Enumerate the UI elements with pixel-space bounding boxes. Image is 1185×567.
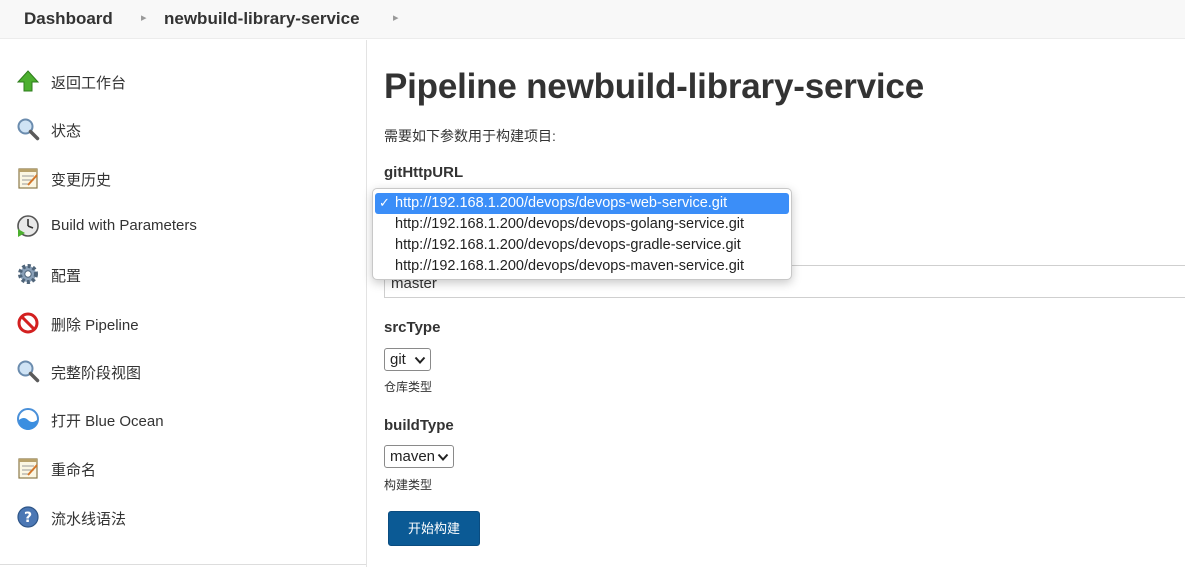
up-arrow-icon bbox=[16, 70, 40, 92]
option-label: http://192.168.1.200/devops/devops-maven… bbox=[395, 258, 745, 274]
chevron-down-icon bbox=[437, 453, 449, 461]
sidebar-item-changes[interactable]: 变更历史 bbox=[0, 158, 366, 198]
sidebar-item-label: 变更历史 bbox=[51, 172, 112, 189]
breadcrumb-chevron-icon[interactable]: ▸ bbox=[393, 11, 399, 24]
blue-ocean-icon bbox=[17, 408, 39, 430]
sidebar-item-pipeline-syntax[interactable]: ? 流水线语法 bbox=[0, 497, 366, 537]
svg-text:?: ? bbox=[24, 510, 32, 526]
githttpurl-option[interactable]: http://192.168.1.200/devops/devops-gradl… bbox=[375, 235, 789, 256]
main-content: Pipeline newbuild-library-service 需要如下参数… bbox=[384, 40, 1185, 567]
sidebar-item-label: 返回工作台 bbox=[51, 75, 127, 92]
sidebar-item-label: 删除 Pipeline bbox=[51, 317, 139, 334]
clock-play-icon bbox=[17, 215, 39, 237]
page-title: Pipeline newbuild-library-service bbox=[384, 67, 924, 106]
param-name-buildtype: buildType bbox=[384, 417, 454, 434]
sidebar-item-label: 完整阶段视图 bbox=[51, 365, 142, 382]
srctype-select[interactable]: git bbox=[384, 348, 431, 371]
notepad-icon bbox=[18, 458, 38, 479]
option-label: http://192.168.1.200/devops/devops-web-s… bbox=[395, 195, 728, 211]
githttpurl-option[interactable]: http://192.168.1.200/devops/devops-maven… bbox=[375, 256, 789, 277]
sidebar-divider bbox=[0, 564, 366, 565]
srctype-selected-value: git bbox=[390, 351, 406, 368]
sidebar: 返回工作台 状态 变更历史 Build with Parameters 配置 删… bbox=[0, 40, 367, 567]
sidebar-item-open-blue-ocean[interactable]: 打开 Blue Ocean bbox=[0, 399, 366, 439]
breadcrumb-chevron-icon[interactable]: ▸ bbox=[141, 11, 147, 24]
help-icon: ? bbox=[17, 506, 39, 528]
sidebar-item-label: 重命名 bbox=[51, 462, 97, 479]
param-name-githttpurl: gitHttpURL bbox=[384, 164, 464, 181]
notepad-icon bbox=[18, 168, 38, 189]
buildtype-select[interactable]: maven bbox=[384, 445, 454, 468]
buildtype-description: 构建类型 bbox=[384, 478, 433, 492]
breadcrumb: Dashboard ▸ newbuild-library-service ▸ bbox=[0, 0, 1185, 39]
checkmark-icon: ✓ bbox=[379, 195, 390, 210]
sidebar-item-label: 流水线语法 bbox=[51, 511, 127, 528]
parameters-intro: 需要如下参数用于构建项目: bbox=[384, 128, 556, 144]
start-build-button[interactable]: 开始构建 bbox=[388, 511, 480, 546]
githttpurl-option[interactable]: ✓ http://192.168.1.200/devops/devops-web… bbox=[375, 193, 789, 214]
sidebar-item-configure[interactable]: 配置 bbox=[0, 254, 366, 294]
breadcrumb-job-link[interactable]: newbuild-library-service bbox=[164, 9, 360, 29]
buildtype-selected-value: maven bbox=[390, 448, 436, 465]
sidebar-item-label: 状态 bbox=[51, 123, 82, 140]
option-label: http://192.168.1.200/devops/devops-golan… bbox=[395, 216, 745, 232]
sidebar-item-full-stage-view[interactable]: 完整阶段视图 bbox=[0, 351, 366, 391]
magnifier-icon bbox=[17, 118, 40, 141]
param-name-srctype: srcType bbox=[384, 319, 441, 336]
magnifier-icon bbox=[17, 360, 40, 383]
breadcrumb-dashboard-link[interactable]: Dashboard bbox=[24, 9, 113, 29]
githttpurl-dropdown-list[interactable]: ✓ http://192.168.1.200/devops/devops-web… bbox=[372, 188, 792, 280]
sidebar-item-build-with-parameters[interactable]: Build with Parameters bbox=[0, 206, 366, 246]
sidebar-item-status[interactable]: 状态 bbox=[0, 109, 366, 149]
gear-icon bbox=[18, 264, 38, 284]
sidebar-item-back-to-dashboard[interactable]: 返回工作台 bbox=[0, 61, 366, 101]
srctype-description: 仓库类型 bbox=[384, 380, 433, 394]
sidebar-item-label: 配置 bbox=[51, 268, 82, 285]
option-label: http://192.168.1.200/devops/devops-gradl… bbox=[395, 237, 741, 253]
sidebar-item-delete-pipeline[interactable]: 删除 Pipeline bbox=[0, 303, 366, 343]
no-entry-icon bbox=[17, 312, 39, 334]
chevron-down-icon bbox=[414, 356, 426, 364]
sidebar-item-label: Build with Parameters bbox=[51, 217, 197, 234]
sidebar-item-label: 打开 Blue Ocean bbox=[51, 413, 164, 430]
githttpurl-option[interactable]: http://192.168.1.200/devops/devops-golan… bbox=[375, 214, 789, 235]
sidebar-item-rename[interactable]: 重命名 bbox=[0, 448, 366, 488]
